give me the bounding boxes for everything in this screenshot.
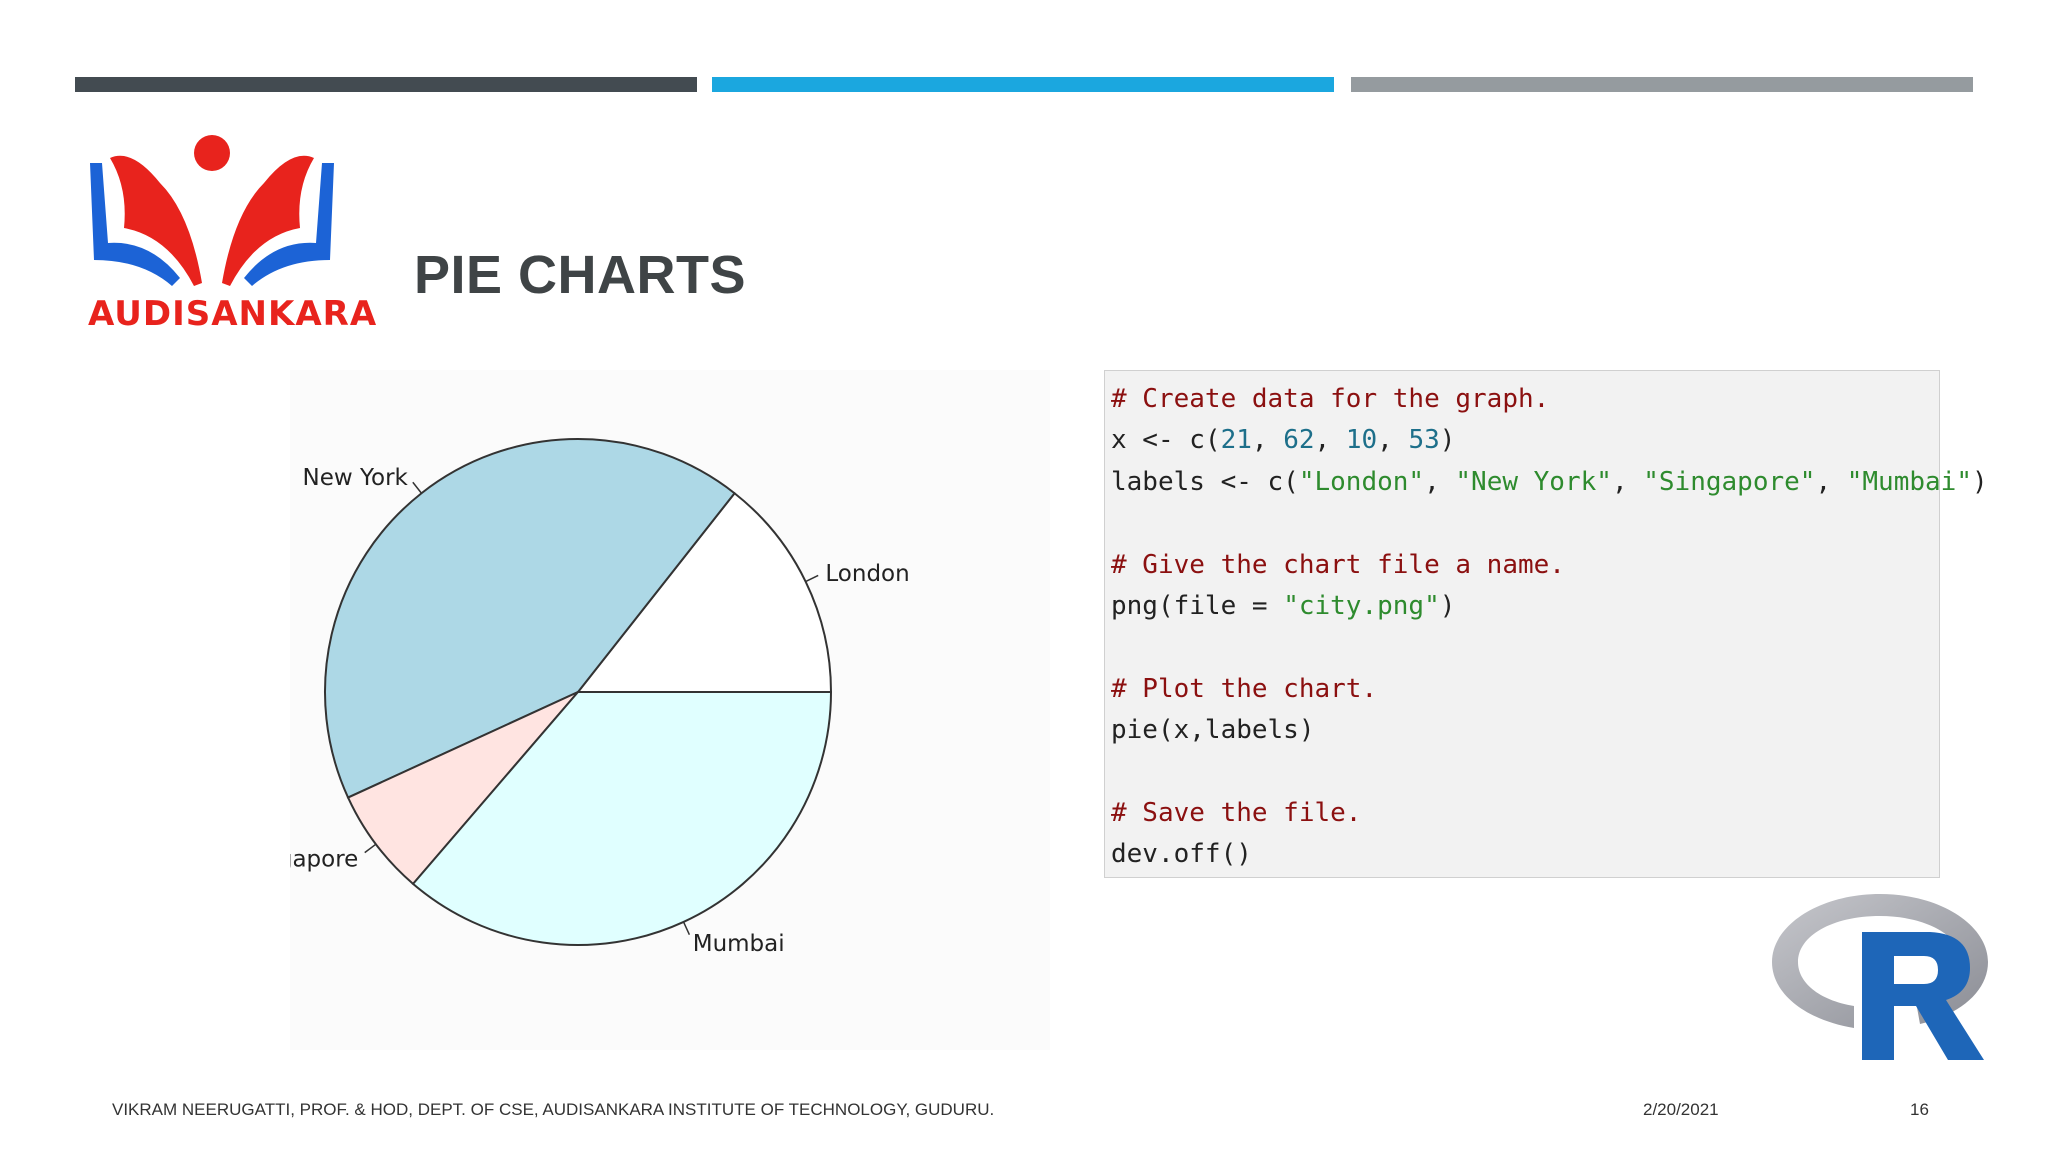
code-token: ) xyxy=(1439,425,1456,456)
code-token: labels <- c( xyxy=(1111,466,1299,497)
code-token: pie(x,labels) xyxy=(1111,715,1315,746)
pie-chart: London New York Singapore Mumbai xyxy=(290,438,910,957)
audisankara-logo: AUDISANKARA xyxy=(80,128,378,338)
r-logo-icon xyxy=(1770,890,1990,1065)
pie-label: Mumbai xyxy=(693,931,785,957)
code-line: pie(x,labels) xyxy=(1111,710,1939,751)
code-token: dev.off() xyxy=(1111,839,1252,870)
pie-label: Singapore xyxy=(290,846,358,872)
code-line: # Plot the chart. xyxy=(1111,669,1939,710)
code-token: "city.png" xyxy=(1283,590,1440,621)
footer-author: VIKRAM NEERUGATTI, PROF. & HOD, DEPT. OF… xyxy=(112,1100,995,1119)
pie-label-tick xyxy=(682,921,691,935)
code-block: # Create data for the graph. x <- c(21, 6… xyxy=(1104,370,1988,878)
pie-label-tick xyxy=(805,574,819,583)
code-line: # Save the file. xyxy=(1111,793,1939,834)
slide-title: PIE CHARTS xyxy=(414,245,747,305)
code-token: # Plot the chart. xyxy=(1111,673,1378,704)
code-token: ) xyxy=(1971,466,1988,497)
code-token: , xyxy=(1424,466,1456,497)
code-token: "Singapore" xyxy=(1643,466,1816,497)
code-token: 62 xyxy=(1283,425,1315,456)
code-token: "London" xyxy=(1298,466,1425,497)
code-token: # Give the chart file a name. xyxy=(1111,549,1565,580)
pie-label: London xyxy=(825,561,909,587)
code-line: # Create data for the graph. xyxy=(1111,379,1939,420)
header-bar-blue xyxy=(712,77,1334,92)
code-token: 10 xyxy=(1345,425,1378,456)
header-bar-grey xyxy=(1351,77,1973,92)
code-line: labels <- c("London", "New York", "Singa… xyxy=(1111,462,1988,503)
logo-text: AUDISANKARA xyxy=(88,294,378,334)
code-line: png(file = "city.png") xyxy=(1111,586,1939,627)
code-token: ) xyxy=(1439,590,1456,621)
code-token: , xyxy=(1251,425,1284,456)
audisankara-logo-icon xyxy=(90,135,334,286)
code-token: 53 xyxy=(1408,425,1440,456)
code-token: 21 xyxy=(1220,425,1252,456)
pie-label-tick xyxy=(364,843,377,854)
code-token: , xyxy=(1611,466,1644,497)
footer-date: 2/20/2021 xyxy=(1643,1100,1719,1119)
code-token: # Create data for the graph. xyxy=(1111,384,1550,414)
code-token: x <- c( xyxy=(1111,425,1221,456)
code-token: # Save the file. xyxy=(1111,797,1362,828)
pie-chart-area: London New York Singapore Mumbai xyxy=(290,370,1050,1050)
header-bar-dark xyxy=(75,77,697,92)
code-token: , xyxy=(1314,425,1346,456)
pie-label-tick xyxy=(412,481,423,494)
code-line: x <- c(21, 62, 10, 53) xyxy=(1111,420,1939,461)
code-token: png(file = xyxy=(1111,590,1284,621)
code-line: # Give the chart file a name. xyxy=(1111,545,1939,586)
code-token: , xyxy=(1815,466,1847,497)
code-line: dev.off() xyxy=(1111,834,1939,875)
footer-page-number: 16 xyxy=(1910,1100,1929,1119)
pie-label: New York xyxy=(303,465,409,491)
code-token: "New York" xyxy=(1455,466,1612,497)
code-token: "Mumbai" xyxy=(1846,466,1972,497)
code-token: , xyxy=(1377,425,1409,456)
